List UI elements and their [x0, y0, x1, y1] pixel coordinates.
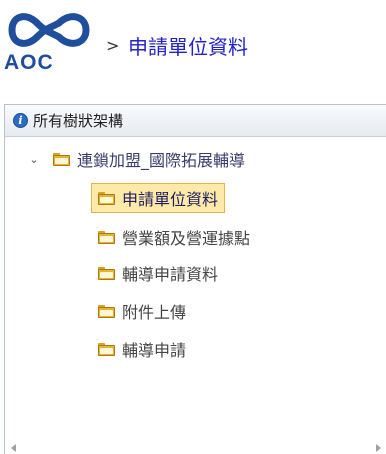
panel-title: 所有樹狀架構 — [33, 112, 124, 130]
folder-icon — [98, 304, 115, 318]
tree-node-attachment-upload[interactable]: 附件上傳 — [98, 297, 186, 325]
folder-icon — [98, 266, 115, 280]
folder-icon — [53, 152, 70, 166]
tree-node-label: 附件上傳 — [122, 303, 187, 322]
tree-node-counseling-application[interactable]: 輔導申請 — [98, 335, 186, 363]
tree-node-revenue-locations[interactable]: 營業額及營運據點 — [98, 223, 250, 251]
logo-text: AOC — [4, 51, 54, 74]
tree-node-label: 輔導申請資料 — [122, 265, 219, 284]
tree-panel: i 所有樹狀架構 ⌄ 連鎖加盟_國際拓展輔導 申請單位資料 營業額及營運據點 輔… — [4, 104, 386, 454]
folder-icon — [98, 191, 115, 205]
page: AOC > 申請單位資料 i 所有樹狀架構 ⌄ 連鎖加盟_國際拓展輔導 申請單位… — [0, 0, 386, 454]
folder-icon — [98, 230, 115, 244]
info-icon: i — [13, 113, 28, 128]
tree-node-label: 申請單位資料 — [122, 190, 219, 209]
tree-node-label: 輔導申請 — [122, 341, 187, 360]
arrow-left-icon[interactable] — [11, 444, 16, 452]
tree-node-label: 連鎖加盟_國際拓展輔導 — [77, 151, 246, 170]
tree-node-label: 營業額及營運據點 — [122, 229, 251, 248]
chevron-down-icon[interactable]: ⌄ — [27, 153, 41, 166]
tree-node-applicant-info[interactable]: 申請單位資料 — [91, 183, 226, 213]
arrow-right-icon[interactable] — [376, 444, 381, 452]
breadcrumb-current: 申請單位資料 — [128, 35, 248, 59]
breadcrumb-separator: > — [106, 36, 120, 55]
tree-node-counseling-application-data[interactable]: 輔導申請資料 — [98, 259, 218, 287]
tree-node-root[interactable]: ⌄ 連鎖加盟_國際拓展輔導 — [27, 145, 245, 173]
folder-icon — [98, 342, 115, 356]
header: AOC > 申請單位資料 — [0, 0, 386, 86]
horizontal-scrollbar[interactable] — [5, 441, 386, 454]
panel-header: i 所有樹狀架構 — [5, 105, 386, 137]
